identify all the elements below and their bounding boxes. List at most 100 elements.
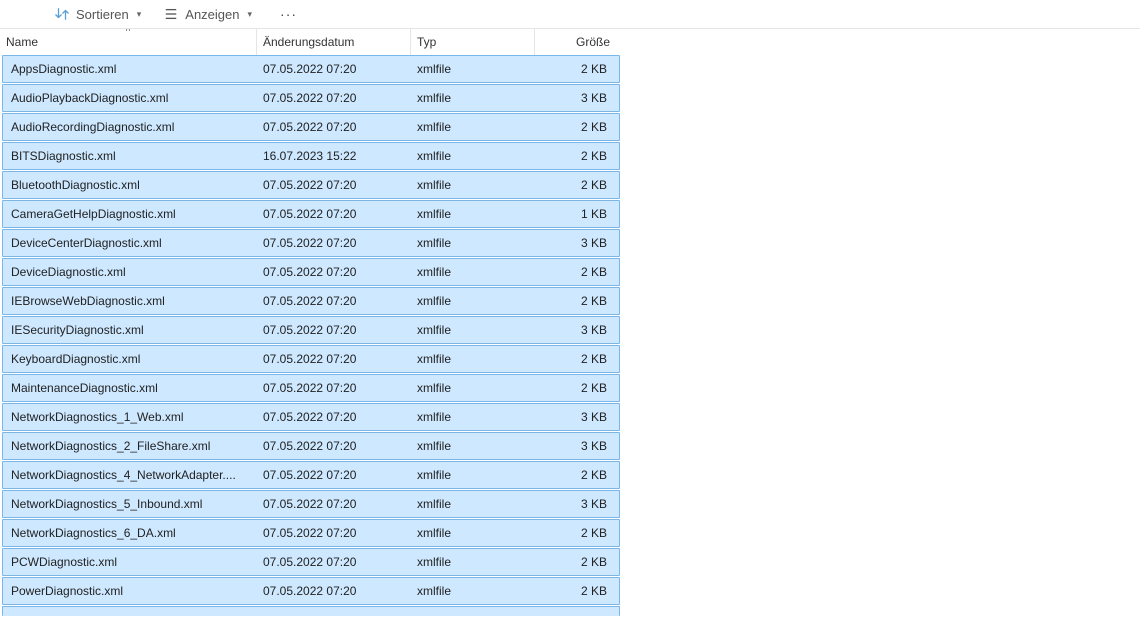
cell-date: 07.05.2022 07:20: [257, 207, 411, 221]
cell-date: 07.05.2022 07:20: [257, 468, 411, 482]
toolbar: Sortieren ▾ Anzeigen ▾ ···: [0, 0, 1140, 29]
cell-name: DeviceDiagnostic.xml: [5, 265, 257, 279]
table-row[interactable]: IESecurityDiagnostic.xml07.05.2022 07:20…: [2, 316, 620, 344]
more-menu[interactable]: ···: [280, 6, 297, 22]
column-header-type[interactable]: Typ: [410, 29, 534, 55]
column-header-date[interactable]: Änderungsdatum: [256, 29, 410, 55]
cell-name: BluetoothDiagnostic.xml: [5, 178, 257, 192]
cell-size: 3 KB: [535, 323, 613, 337]
cell-size: 3 KB: [535, 497, 613, 511]
cell-type: xmlfile: [411, 410, 535, 424]
cell-name: NetworkDiagnostics_6_DA.xml: [5, 526, 257, 540]
cell-type: xmlfile: [411, 120, 535, 134]
cell-type: xmlfile: [411, 381, 535, 395]
table-row[interactable]: DeviceDiagnostic.xml07.05.2022 07:20xmlf…: [2, 258, 620, 286]
cell-date: 07.05.2022 07:20: [257, 62, 411, 76]
table-row[interactable]: DeviceCenterDiagnostic.xml07.05.2022 07:…: [2, 229, 620, 257]
cell-type: xmlfile: [411, 91, 535, 105]
cell-date: 16.07.2023 15:22: [257, 149, 411, 163]
cell-name: KeyboardDiagnostic.xml: [5, 352, 257, 366]
cell-date: 07.05.2022 07:20: [257, 236, 411, 250]
cell-name: PowerDiagnostic.xml: [5, 584, 257, 598]
view-menu[interactable]: Anzeigen ▾: [163, 6, 252, 22]
cell-size: 1 KB: [535, 207, 613, 221]
table-row[interactable]: [2, 606, 620, 616]
cell-size: 2 KB: [535, 294, 613, 308]
cell-date: 07.05.2022 07:20: [257, 381, 411, 395]
cell-size: 3 KB: [535, 236, 613, 250]
table-row[interactable]: BluetoothDiagnostic.xml07.05.2022 07:20x…: [2, 171, 620, 199]
cell-name: AudioRecordingDiagnostic.xml: [5, 120, 257, 134]
cell-date: 07.05.2022 07:20: [257, 323, 411, 337]
cell-size: 2 KB: [535, 526, 613, 540]
column-name-label: Name: [6, 35, 38, 49]
column-date-label: Änderungsdatum: [263, 35, 354, 49]
file-list: Name ˄ Änderungsdatum Typ Größe AppsDiag…: [0, 29, 622, 617]
sort-menu[interactable]: Sortieren ▾: [54, 6, 141, 22]
table-row[interactable]: NetworkDiagnostics_4_NetworkAdapter....0…: [2, 461, 620, 489]
cell-name: AudioPlaybackDiagnostic.xml: [5, 91, 257, 105]
cell-type: xmlfile: [411, 236, 535, 250]
cell-name: DeviceCenterDiagnostic.xml: [5, 236, 257, 250]
cell-date: 07.05.2022 07:20: [257, 91, 411, 105]
table-row[interactable]: NetworkDiagnostics_1_Web.xml07.05.2022 0…: [2, 403, 620, 431]
cell-date: 07.05.2022 07:20: [257, 555, 411, 569]
column-header-size[interactable]: Größe: [534, 29, 616, 55]
table-row[interactable]: CameraGetHelpDiagnostic.xml07.05.2022 07…: [2, 200, 620, 228]
cell-type: xmlfile: [411, 439, 535, 453]
table-row[interactable]: PCWDiagnostic.xml07.05.2022 07:20xmlfile…: [2, 548, 620, 576]
view-label: Anzeigen: [185, 7, 239, 22]
cell-size: 3 KB: [535, 91, 613, 105]
cell-date: 07.05.2022 07:20: [257, 120, 411, 134]
table-row[interactable]: BITSDiagnostic.xml16.07.2023 15:22xmlfil…: [2, 142, 620, 170]
table-row[interactable]: AppsDiagnostic.xml07.05.2022 07:20xmlfil…: [2, 55, 620, 83]
cell-size: 3 KB: [535, 439, 613, 453]
sort-icon: [54, 6, 70, 22]
cell-name: CameraGetHelpDiagnostic.xml: [5, 207, 257, 221]
cell-type: xmlfile: [411, 294, 535, 308]
cell-date: 07.05.2022 07:20: [257, 526, 411, 540]
cell-name: MaintenanceDiagnostic.xml: [5, 381, 257, 395]
cell-size: 2 KB: [535, 584, 613, 598]
cell-size: 3 KB: [535, 410, 613, 424]
cell-date: 07.05.2022 07:20: [257, 439, 411, 453]
column-size-label: Größe: [576, 35, 610, 49]
table-row[interactable]: NetworkDiagnostics_2_FileShare.xml07.05.…: [2, 432, 620, 460]
cell-date: 07.05.2022 07:20: [257, 497, 411, 511]
cell-size: 2 KB: [535, 555, 613, 569]
cell-type: xmlfile: [411, 265, 535, 279]
cell-name: NetworkDiagnostics_2_FileShare.xml: [5, 439, 257, 453]
cell-name: NetworkDiagnostics_4_NetworkAdapter....: [5, 468, 257, 482]
cell-type: xmlfile: [411, 323, 535, 337]
table-row[interactable]: AudioPlaybackDiagnostic.xml07.05.2022 07…: [2, 84, 620, 112]
cell-date: 07.05.2022 07:20: [257, 294, 411, 308]
cell-name: IEBrowseWebDiagnostic.xml: [5, 294, 257, 308]
cell-size: 2 KB: [535, 62, 613, 76]
cell-name: NetworkDiagnostics_5_Inbound.xml: [5, 497, 257, 511]
table-row[interactable]: MaintenanceDiagnostic.xml07.05.2022 07:2…: [2, 374, 620, 402]
view-icon: [163, 6, 179, 22]
cell-type: xmlfile: [411, 584, 535, 598]
cell-size: 2 KB: [535, 381, 613, 395]
cell-date: 07.05.2022 07:20: [257, 584, 411, 598]
list-header: Name ˄ Änderungsdatum Typ Größe: [0, 29, 622, 55]
cell-type: xmlfile: [411, 526, 535, 540]
table-row[interactable]: KeyboardDiagnostic.xml07.05.2022 07:20xm…: [2, 345, 620, 373]
sort-label: Sortieren: [76, 7, 129, 22]
cell-type: xmlfile: [411, 468, 535, 482]
cell-type: xmlfile: [411, 207, 535, 221]
cell-type: xmlfile: [411, 149, 535, 163]
chevron-down-icon: ▾: [248, 9, 253, 20]
table-row[interactable]: NetworkDiagnostics_5_Inbound.xml07.05.20…: [2, 490, 620, 518]
cell-date: 07.05.2022 07:20: [257, 178, 411, 192]
list-body: AppsDiagnostic.xml07.05.2022 07:20xmlfil…: [0, 55, 622, 617]
column-header-name[interactable]: Name ˄: [0, 29, 256, 55]
cell-size: 2 KB: [535, 265, 613, 279]
table-row[interactable]: NetworkDiagnostics_6_DA.xml07.05.2022 07…: [2, 519, 620, 547]
cell-size: 2 KB: [535, 178, 613, 192]
table-row[interactable]: IEBrowseWebDiagnostic.xml07.05.2022 07:2…: [2, 287, 620, 315]
table-row[interactable]: AudioRecordingDiagnostic.xml07.05.2022 0…: [2, 113, 620, 141]
table-row[interactable]: PowerDiagnostic.xml07.05.2022 07:20xmlfi…: [2, 577, 620, 605]
cell-name: NetworkDiagnostics_1_Web.xml: [5, 410, 257, 424]
cell-size: 2 KB: [535, 120, 613, 134]
